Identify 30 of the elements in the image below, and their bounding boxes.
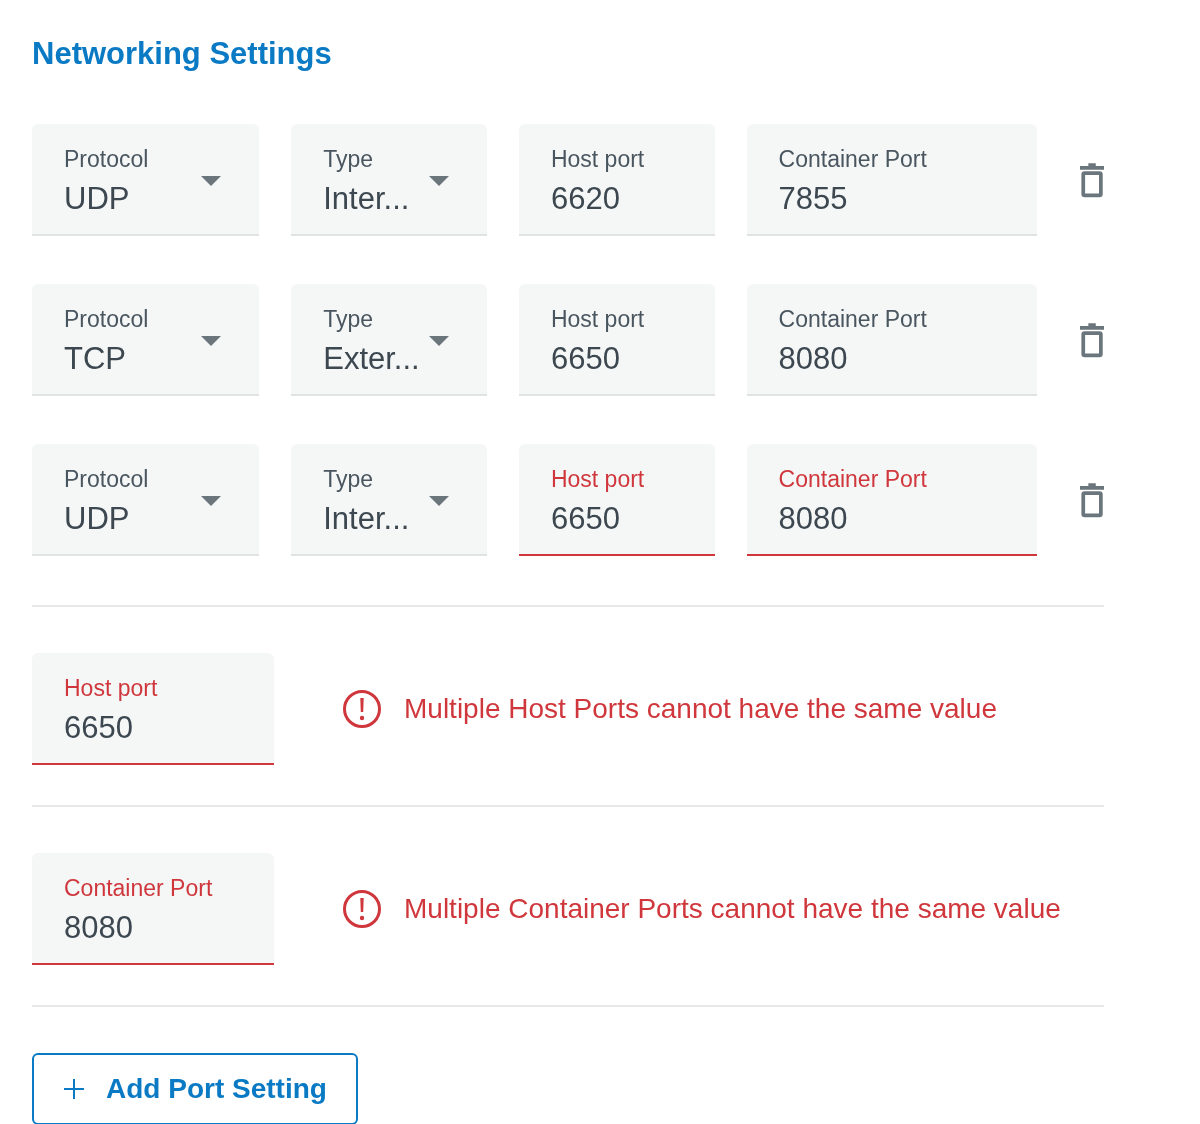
caret-icon (201, 336, 222, 346)
input-field[interactable]: Container Port 8080 (32, 853, 274, 965)
delete-icon[interactable] (1079, 482, 1104, 518)
select-field[interactable]: Type Inter... (291, 124, 487, 236)
input-field[interactable]: Host port 6650 (32, 653, 274, 765)
error-message: Multiple Host Ports cannot have the same value (404, 693, 997, 725)
select-field[interactable]: Type Exter... (291, 284, 487, 396)
input-field[interactable]: Host port 6650 (518, 284, 715, 396)
caret-icon (428, 496, 449, 506)
add-port-setting-button[interactable]: Add Port Setting (32, 1053, 358, 1124)
input-field[interactable]: Container Port 8080 (746, 444, 1037, 556)
input-field[interactable]: Container Port 8080 (746, 284, 1037, 396)
select-field[interactable]: Type Inter... (291, 444, 487, 556)
select-field[interactable]: Protocol TCP (32, 284, 260, 396)
input-field[interactable]: Host port 6620 (518, 124, 715, 236)
alert-icon (342, 689, 382, 729)
input-field[interactable]: Host port 6650 (518, 444, 715, 556)
section-title: Networking Settings (32, 35, 333, 73)
plus-icon (64, 1079, 84, 1099)
caret-icon (201, 496, 222, 506)
select-field[interactable]: Protocol UDP (32, 444, 260, 556)
caret-icon (428, 336, 449, 346)
alert-icon (342, 889, 382, 929)
select-field[interactable]: Protocol UDP (32, 124, 260, 236)
caret-icon (201, 176, 222, 186)
error-message: Multiple Container Ports cannot have the same value (404, 893, 1061, 925)
delete-icon[interactable] (1079, 162, 1104, 198)
caret-icon (428, 176, 449, 186)
delete-icon[interactable] (1079, 322, 1104, 358)
input-field[interactable]: Container Port 7855 (746, 124, 1037, 236)
